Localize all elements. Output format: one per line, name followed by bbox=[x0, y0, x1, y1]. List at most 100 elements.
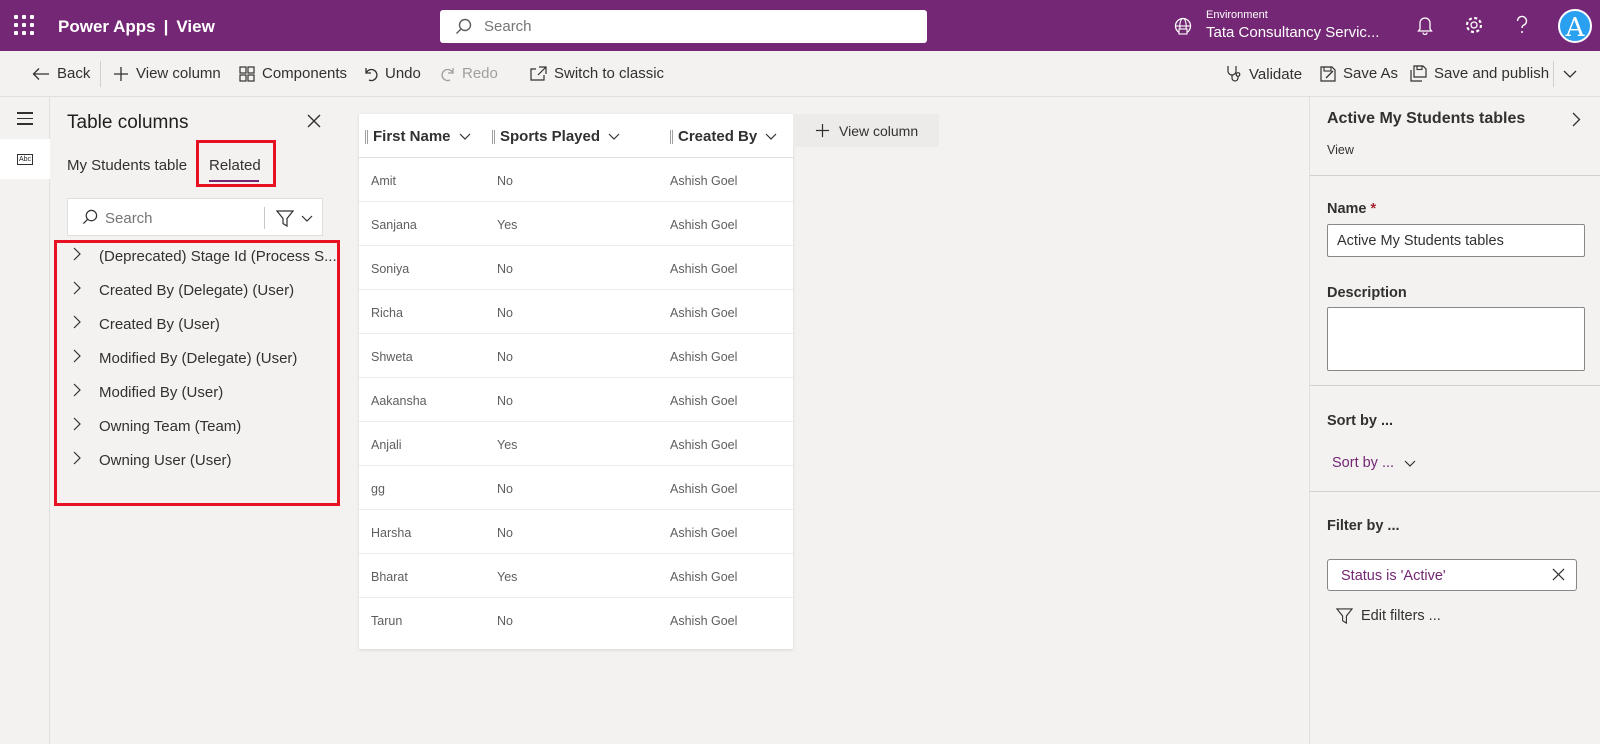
table-cell: Yes bbox=[497, 570, 518, 584]
table-row[interactable]: Amit No Ashish Goel bbox=[359, 158, 793, 202]
filter-condition-pill[interactable]: Status is 'Active' bbox=[1327, 559, 1577, 591]
table-row[interactable]: gg No Ashish Goel bbox=[359, 466, 793, 510]
plus-icon bbox=[114, 66, 128, 81]
description-textarea[interactable] bbox=[1327, 307, 1585, 371]
undo-button[interactable]: Undo bbox=[364, 65, 421, 82]
table-row[interactable]: Harsha No Ashish Goel bbox=[359, 510, 793, 554]
table-row[interactable]: Richa No Ashish Goel bbox=[359, 290, 793, 334]
table-row[interactable]: Sanjana Yes Ashish Goel bbox=[359, 202, 793, 246]
remove-filter-close-icon[interactable] bbox=[1552, 568, 1565, 581]
tab-my-students-table[interactable]: My Students table bbox=[67, 157, 187, 174]
chevron-right-icon bbox=[73, 417, 81, 431]
divider bbox=[100, 61, 101, 87]
related-table-item[interactable]: Created By (User) bbox=[73, 315, 220, 333]
name-field-label: Name * bbox=[1327, 201, 1376, 217]
chevron-down-icon[interactable] bbox=[1563, 70, 1577, 78]
sort-by-dropdown[interactable]: Sort by ... bbox=[1332, 455, 1416, 471]
table-row[interactable]: Anjali Yes Ashish Goel bbox=[359, 422, 793, 466]
table-cell: Ashish Goel bbox=[670, 218, 738, 232]
column-header-sports-played[interactable]: Sports Played bbox=[492, 128, 620, 145]
app-name[interactable]: Power Apps bbox=[58, 17, 156, 36]
hamburger-menu-icon[interactable] bbox=[17, 112, 33, 129]
related-table-item[interactable]: (Deprecated) Stage Id (Process S... bbox=[73, 247, 337, 265]
table-cell: No bbox=[497, 394, 513, 408]
table-cell: No bbox=[497, 350, 513, 364]
filter-dropdown-button[interactable] bbox=[276, 210, 313, 227]
back-label: Back bbox=[57, 65, 91, 82]
related-table-item[interactable]: Modified By (User) bbox=[73, 383, 223, 401]
table-cell: gg bbox=[371, 482, 385, 496]
resize-grip[interactable] bbox=[492, 129, 495, 144]
resize-grip[interactable] bbox=[365, 129, 368, 144]
back-button[interactable]: Back bbox=[32, 65, 90, 82]
related-table-label: Created By (Delegate) (User) bbox=[99, 281, 295, 299]
table-cell: Ashish Goel bbox=[670, 262, 738, 276]
components-button[interactable]: Components bbox=[239, 65, 347, 82]
chevron-down-icon bbox=[459, 133, 470, 140]
column-header-created-by[interactable]: Created By bbox=[670, 128, 777, 145]
related-table-item[interactable]: Modified By (Delegate) (User) bbox=[73, 349, 297, 367]
table-row[interactable]: Shweta No Ashish Goel bbox=[359, 334, 793, 378]
divider bbox=[1310, 385, 1600, 386]
save-and-publish-button[interactable]: Save and publish bbox=[1410, 65, 1549, 82]
chevron-right-icon bbox=[73, 247, 81, 261]
redo-button[interactable]: Redo bbox=[441, 65, 498, 82]
column-header-label: First Name bbox=[373, 128, 451, 145]
command-bar: Back View column Components Undo Redo Sw… bbox=[0, 51, 1600, 97]
search-icon bbox=[82, 209, 98, 225]
app-launcher-icon[interactable] bbox=[14, 15, 34, 35]
chevron-right-icon[interactable] bbox=[1572, 112, 1581, 127]
table-row[interactable]: Tarun No Ashish Goel bbox=[359, 598, 793, 642]
view-properties-panel: Active My Students tables View Name * De… bbox=[1309, 97, 1600, 744]
table-row[interactable]: Bharat Yes Ashish Goel bbox=[359, 554, 793, 598]
table-row[interactable]: Aakansha No Ashish Goel bbox=[359, 378, 793, 422]
rail-item-table-columns[interactable]: Abc bbox=[0, 139, 50, 179]
global-search-input[interactable] bbox=[484, 16, 904, 36]
environment-icon[interactable] bbox=[1173, 16, 1193, 36]
chevron-down-icon bbox=[1404, 460, 1416, 467]
name-input[interactable] bbox=[1327, 224, 1585, 257]
related-table-item[interactable]: Owning Team (Team) bbox=[73, 417, 241, 435]
table-cell: No bbox=[497, 482, 513, 496]
resize-grip[interactable] bbox=[670, 129, 673, 144]
divider bbox=[1553, 61, 1554, 87]
table-cell: Shweta bbox=[371, 350, 413, 364]
column-header-label: Sports Played bbox=[500, 128, 601, 145]
close-icon[interactable] bbox=[307, 114, 321, 128]
column-header-label: Created By bbox=[678, 128, 758, 145]
divider bbox=[1310, 491, 1600, 492]
filter-icon bbox=[276, 210, 294, 227]
help-icon[interactable] bbox=[1515, 15, 1529, 35]
table-cell: Amit bbox=[371, 174, 396, 188]
save-as-button[interactable]: Save As bbox=[1320, 65, 1398, 82]
columns-search[interactable] bbox=[67, 198, 323, 236]
validate-label: Validate bbox=[1249, 65, 1303, 83]
columns-search-input[interactable] bbox=[105, 208, 255, 228]
view-column-button[interactable]: View column bbox=[113, 65, 221, 82]
table-cell: No bbox=[497, 306, 513, 320]
chevron-right-icon bbox=[73, 281, 81, 295]
switch-to-classic-button[interactable]: Switch to classic bbox=[530, 65, 664, 82]
add-view-column-label: View column bbox=[839, 122, 919, 139]
global-search[interactable] bbox=[440, 10, 927, 43]
column-header-first-name[interactable]: First Name bbox=[365, 128, 471, 145]
divider bbox=[264, 207, 265, 229]
environment-name[interactable]: Tata Consultancy Servic... bbox=[1206, 24, 1379, 41]
add-view-column-button[interactable]: View column bbox=[793, 114, 939, 147]
settings-gear-icon[interactable] bbox=[1464, 15, 1484, 35]
user-avatar[interactable]: A bbox=[1558, 9, 1592, 43]
edit-filters-button[interactable]: Edit filters ... bbox=[1336, 608, 1441, 624]
related-table-item[interactable]: Created By (Delegate) (User) bbox=[73, 281, 294, 299]
table-cell: Ashish Goel bbox=[670, 570, 738, 584]
notifications-icon[interactable] bbox=[1416, 15, 1434, 35]
table-cell: Anjali bbox=[371, 438, 402, 452]
table-cell: Soniya bbox=[371, 262, 410, 276]
related-table-item[interactable]: Owning User (User) bbox=[73, 451, 232, 469]
components-label: Components bbox=[262, 65, 348, 82]
chevron-down-icon bbox=[301, 215, 313, 222]
validate-button[interactable]: Validate bbox=[1226, 65, 1302, 83]
view-grid: First Name Sports Played Created By Amit… bbox=[359, 114, 793, 649]
table-row[interactable]: Soniya No Ashish Goel bbox=[359, 246, 793, 290]
description-label: Description bbox=[1327, 285, 1407, 301]
chevron-right-icon bbox=[73, 383, 81, 397]
